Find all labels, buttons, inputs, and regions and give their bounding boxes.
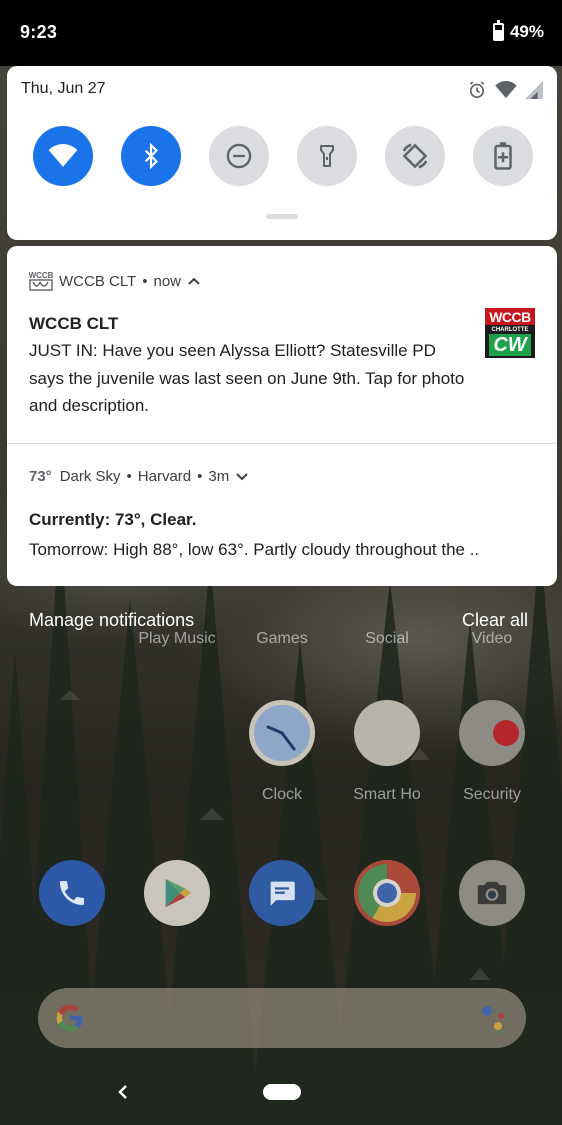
notification-card: WCCB WCCB CLT • now WCCB CLT JUST IN: Ha… — [7, 246, 557, 586]
home-label-security: Security — [463, 786, 521, 803]
home-label-social: Social — [365, 630, 409, 647]
clock-app-icon[interactable] — [249, 700, 315, 766]
notification-app-name: WCCB CLT — [59, 272, 137, 290]
wccb-app-icon: WCCB — [29, 270, 54, 292]
alarm-icon — [469, 81, 485, 98]
play-store-icon — [165, 878, 192, 908]
notification-body: JUST IN: Have you seen Alyssa Elliott? S… — [29, 341, 465, 415]
google-search-bar[interactable] — [38, 988, 526, 1048]
message-icon — [270, 881, 295, 906]
google-g-icon — [56, 1004, 83, 1032]
wifi-icon — [48, 144, 78, 167]
smart-home-folder-icon[interactable] — [354, 700, 420, 766]
manage-notifications-button[interactable]: Manage notifications — [29, 610, 194, 631]
notification-subtext: Harvard — [137, 468, 192, 485]
header-separator: • — [126, 468, 132, 485]
clock-hands-icon — [266, 725, 296, 751]
notification-title: WCCB CLT — [29, 314, 119, 333]
header-separator: • — [142, 272, 148, 290]
phone-app-icon[interactable] — [39, 860, 105, 926]
assistant-dots-icon — [482, 1006, 504, 1034]
flashlight-tile[interactable] — [297, 126, 357, 186]
messages-app-icon[interactable] — [249, 860, 315, 926]
chevron-up-icon[interactable] — [187, 276, 201, 286]
wccb-thumbnail: WCCB CHARLOTTE CW — [485, 308, 535, 358]
battery-saver-tile[interactable] — [473, 126, 533, 186]
chrome-app-icon[interactable] — [354, 860, 420, 926]
notification-header[interactable]: WCCB WCCB CLT • now — [29, 270, 201, 292]
cell-signal-icon — [525, 81, 543, 99]
phone-icon — [60, 881, 84, 905]
back-nav-icon[interactable] — [113, 1080, 133, 1104]
wifi-tile[interactable] — [33, 126, 93, 186]
auto-rotate-icon — [402, 143, 428, 169]
qs-date: Thu, Jun 27 — [21, 80, 106, 97]
qs-expand-handle[interactable] — [266, 214, 298, 219]
qs-tiles — [33, 126, 533, 186]
notification-body: Tomorrow: High 88°, low 63°. Partly clou… — [29, 540, 480, 559]
do-not-disturb-icon — [226, 143, 252, 169]
quick-settings-panel: Thu, Jun 27 — [7, 66, 557, 240]
notification-title: Currently: 73°, Clear. — [29, 510, 197, 529]
status-bar: 9:23 49% — [0, 0, 562, 66]
home-label-play-music: Play Music — [138, 630, 216, 647]
home-label-video: Video — [471, 630, 513, 647]
thumbnail-wccb-text: WCCB — [489, 309, 531, 325]
header-separator: • — [197, 468, 203, 485]
auto-rotate-tile[interactable] — [385, 126, 445, 186]
notification-header[interactable]: 73° Dark Sky • Harvard • 3m — [29, 468, 249, 485]
notification-time: 3m — [208, 468, 230, 485]
camera-icon — [477, 881, 507, 905]
play-store-app-icon[interactable] — [144, 860, 210, 926]
camera-app-icon[interactable] — [459, 860, 525, 926]
home-label-games: Games — [256, 630, 308, 647]
temperature-badge: 73° — [29, 468, 52, 485]
flashlight-icon — [320, 145, 334, 167]
do-not-disturb-tile[interactable] — [209, 126, 269, 186]
home-nav-pill[interactable] — [263, 1084, 301, 1100]
notification-time: now — [153, 272, 182, 290]
battery-icon — [492, 20, 504, 41]
qs-status-icons — [467, 80, 543, 100]
thumbnail-cw-logo: CW — [489, 334, 531, 356]
chevron-down-icon[interactable] — [235, 472, 249, 482]
bluetooth-icon — [144, 142, 158, 170]
bluetooth-tile[interactable] — [121, 126, 181, 186]
notification-dark-sky[interactable]: 73° Dark Sky • Harvard • 3m Currently: 7… — [7, 444, 557, 586]
status-time: 9:23 — [20, 22, 58, 42]
notification-app-name: Dark Sky — [59, 468, 121, 485]
wifi-status-icon — [495, 81, 517, 99]
home-label-clock: Clock — [261, 786, 302, 803]
chrome-icon — [354, 860, 420, 926]
battery-percent: 49% — [509, 22, 544, 41]
battery-saver-icon — [494, 142, 512, 170]
notification-wccb[interactable]: WCCB WCCB CLT • now WCCB CLT JUST IN: Ha… — [7, 246, 557, 443]
security-dot-icon — [493, 720, 519, 746]
status-battery-group: 49% — [492, 20, 544, 42]
svg-text:WCCB: WCCB — [29, 271, 53, 280]
thumbnail-charlotte-text: CHARLOTTE — [491, 327, 529, 333]
clear-all-button[interactable]: Clear all — [462, 610, 528, 631]
home-label-smart-home: Smart Ho — [353, 786, 421, 803]
security-folder-icon[interactable] — [459, 700, 525, 766]
